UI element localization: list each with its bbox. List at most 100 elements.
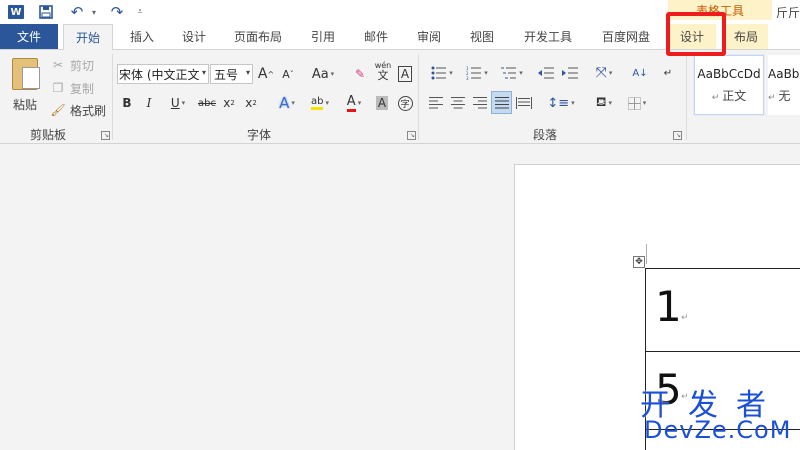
tab-home[interactable]: 开始 [63, 24, 113, 50]
align-center-button[interactable] [448, 92, 468, 114]
chevron-down-icon: ▾ [91, 7, 96, 17]
copy-button[interactable]: ❐ 复制 [50, 78, 94, 98]
format-painter-button[interactable]: 🖌 格式刷 [50, 100, 106, 120]
decrease-indent-button[interactable] [536, 62, 556, 84]
paragraph-mark-icon: ↵ [681, 313, 689, 323]
paragraph-launcher-button[interactable]: ↘ [673, 131, 682, 140]
chevron-down-icon: ▾ [330, 70, 335, 78]
strikethrough-button[interactable]: abc [196, 92, 218, 114]
bold-button[interactable]: B [119, 92, 135, 114]
group-separator [112, 54, 113, 140]
character-border-button[interactable]: A [396, 63, 414, 85]
font-size-combo[interactable]: 五号 ▾ [210, 64, 253, 84]
chevron-down-icon: ▾ [291, 99, 295, 107]
clear-formatting-button[interactable]: ✎ [350, 63, 370, 85]
italic-button[interactable]: I [141, 92, 157, 114]
bullets-button[interactable]: ▾ [426, 62, 458, 84]
customize-quick-access-button[interactable]: ⩡ [134, 3, 146, 21]
show-formatting-marks-button[interactable]: ↵ [661, 62, 675, 84]
style-no-spacing-label: 无 [778, 88, 791, 103]
borders-button[interactable]: ▾ [622, 92, 652, 114]
undo-button[interactable]: ↶ [66, 3, 88, 21]
redo-icon: ↷ [110, 3, 124, 21]
align-right-icon [473, 97, 487, 109]
paste-button[interactable]: 粘贴 [6, 54, 44, 118]
phonetic-guide-char: 文 [377, 69, 389, 82]
subscript-icon: x [223, 96, 231, 110]
change-case-button[interactable]: Aa ▾ [306, 63, 340, 85]
undo-icon: ↶ [70, 3, 84, 21]
style-no-spacing[interactable]: AaBb ↵ 无 [768, 55, 800, 115]
enclose-characters-icon: 字 [397, 95, 413, 111]
tab-insert[interactable]: 插入 [116, 24, 168, 49]
distributed-icon [516, 97, 532, 109]
word-logo[interactable]: W [6, 3, 26, 21]
undo-dropdown[interactable]: ▾ [88, 3, 100, 21]
font-color-button[interactable]: A ▾ [339, 92, 369, 114]
ribbon: 粘贴 ✂ 剪切 ❐ 复制 🖌 格式刷 剪贴板 ↘ 宋体 (中文正文 ▾ 五号 ▾ A ^… [0, 49, 800, 144]
numbering-button[interactable]: 123 ▾ [461, 62, 493, 84]
align-left-button[interactable] [426, 92, 446, 114]
subscript-button[interactable]: x2 [220, 92, 238, 114]
tab-table-layout[interactable]: 布局 [724, 24, 768, 49]
paragraph-group-label: 段落 [533, 128, 558, 142]
brush-icon: 🖌 [50, 103, 66, 117]
character-shading-button[interactable]: A [373, 92, 391, 114]
tab-developer[interactable]: 开发工具 [512, 24, 584, 49]
multilevel-list-icon [501, 67, 517, 79]
enclose-characters-button[interactable]: 字 [395, 92, 415, 114]
borders-icon [627, 96, 641, 110]
style-no-spacing-sample: AaBb [768, 66, 800, 81]
phonetic-guide-button[interactable]: wén 文 [372, 60, 394, 82]
tab-view[interactable]: 视图 [458, 24, 506, 49]
tab-references[interactable]: 引用 [300, 24, 346, 49]
page-margin-guide [646, 244, 647, 264]
decrease-indent-icon [538, 67, 554, 79]
sort-button[interactable]: A↓ [628, 62, 652, 84]
group-separator [418, 54, 419, 140]
tab-file[interactable]: 文件 [0, 24, 58, 49]
multilevel-list-button[interactable]: ▾ [496, 62, 528, 84]
justify-button[interactable] [491, 91, 512, 114]
chinese-layout-button[interactable]: ⤧ ▾ [588, 62, 620, 84]
tab-mailings[interactable]: 邮件 [352, 24, 400, 49]
style-normal[interactable]: AaBbCcDd ↵ 正文 [693, 54, 765, 116]
scissors-icon: ✂ [52, 58, 64, 72]
font-name-combo[interactable]: 宋体 (中文正文 ▾ [117, 64, 209, 84]
copy-icon: ❐ [52, 81, 64, 95]
align-right-button[interactable] [470, 92, 490, 114]
font-launcher-button[interactable]: ↘ [407, 131, 416, 140]
superscript-icon: x [245, 96, 253, 110]
table-move-handle[interactable]: ✥ [633, 256, 645, 268]
increase-indent-button[interactable] [560, 62, 580, 84]
clipboard-launcher-button[interactable]: ↘ [101, 131, 110, 140]
shading-button[interactable]: ⛾ ▾ [588, 92, 620, 114]
shrink-font-button[interactable]: Aˇ [279, 63, 297, 85]
table-row[interactable]: 1 ↵ [646, 269, 800, 352]
launcher-icon: ↘ [409, 132, 415, 139]
shrink-font-icon: A [282, 67, 290, 81]
distributed-button[interactable] [514, 92, 534, 114]
text-effects-button[interactable]: A ▾ [272, 92, 302, 114]
highlight-color-button[interactable]: ab ▾ [305, 92, 335, 114]
tab-page-layout[interactable]: 页面布局 [222, 24, 294, 49]
tab-design[interactable]: 设计 [170, 24, 218, 49]
underline-button[interactable]: U ▾ [163, 92, 193, 114]
chevron-down-icon: ▾ [181, 99, 186, 107]
tab-review[interactable]: 审阅 [405, 24, 453, 49]
save-button[interactable] [36, 3, 56, 21]
superscript-button[interactable]: x2 [242, 92, 260, 114]
paint-bucket-icon: ⛾ [595, 94, 607, 110]
chevron-down-icon: ▾ [357, 99, 362, 107]
sort-icon: A↓ [632, 67, 648, 79]
line-spacing-icon: ↕≡ [547, 95, 570, 111]
align-left-icon [429, 97, 443, 109]
cut-button[interactable]: ✂ 剪切 [50, 55, 94, 75]
redo-button[interactable]: ↷ [106, 3, 128, 21]
tab-baidu-netdisk[interactable]: 百度网盘 [590, 24, 662, 49]
highlighter-icon: ab [311, 96, 324, 110]
tab-table-design[interactable]: 设计 [668, 24, 716, 49]
line-spacing-button[interactable]: ↕≡ ▾ [545, 92, 577, 114]
launcher-icon: ↘ [103, 132, 109, 139]
grow-font-button[interactable]: A ^ [257, 63, 275, 85]
